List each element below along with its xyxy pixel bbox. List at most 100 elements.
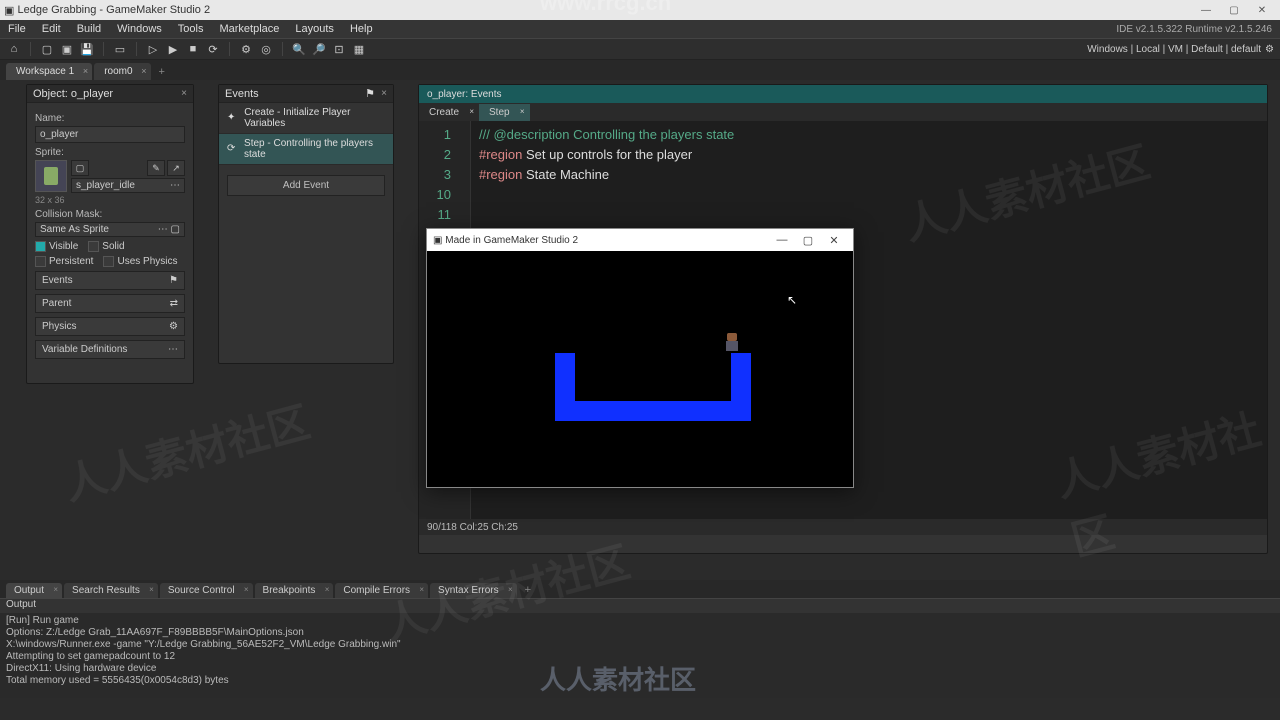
events-button[interactable]: Events⚑ — [35, 271, 185, 290]
menu-help[interactable]: Help — [350, 23, 373, 35]
game-window-title: Made in GameMaker Studio 2 — [445, 235, 578, 246]
status-right[interactable]: Windows | Local | VM | Default | default — [1087, 44, 1261, 55]
btab-syntax[interactable]: Syntax Errors× — [430, 583, 517, 598]
game-window-icon: ▣ — [433, 235, 442, 246]
close-icon[interactable]: × — [520, 107, 525, 116]
add-workspace-button[interactable]: + — [153, 64, 171, 80]
flag-icon: ⚑ — [169, 275, 178, 286]
output-header: Output — [0, 599, 1280, 613]
window-titlebar: ▣ Ledge Grabbing - GameMaker Studio 2 — … — [0, 0, 1280, 20]
menu-edit[interactable]: Edit — [42, 23, 61, 35]
flag-icon: ⚑ — [365, 87, 375, 100]
btab-breakpoints[interactable]: Breakpoints× — [255, 583, 334, 598]
sprite-open-button[interactable]: ↗ — [167, 160, 185, 176]
version-info: IDE v2.1.5.322 Runtime v2.1.5.246 — [1116, 24, 1272, 35]
terrain-block — [731, 353, 751, 421]
gear-icon[interactable]: ⚙ — [238, 41, 254, 57]
target-icon[interactable]: ◎ — [258, 41, 274, 57]
save-icon[interactable]: 💾 — [79, 41, 95, 57]
zoom-out-icon[interactable]: 🔎 — [311, 41, 327, 57]
collision-select[interactable]: Same As Sprite⋯ ▢ — [35, 222, 185, 237]
solid-checkbox[interactable] — [88, 241, 99, 252]
menu-layouts[interactable]: Layouts — [295, 23, 334, 35]
open-icon[interactable]: ▣ — [59, 41, 75, 57]
menu-build[interactable]: Build — [77, 23, 101, 35]
close-icon[interactable]: × — [469, 107, 474, 116]
code-tab-step[interactable]: Step× — [479, 104, 530, 121]
uses-physics-checkbox[interactable] — [103, 256, 114, 267]
workspace-tabs: Workspace 1× room0× + — [0, 60, 1280, 80]
menu-windows[interactable]: Windows — [117, 23, 162, 35]
settings-icon[interactable]: ⚙ — [1265, 44, 1274, 55]
zoom-reset-icon[interactable]: ⊡ — [331, 41, 347, 57]
run-icon[interactable]: ▶ — [165, 41, 181, 57]
game-canvas: ↖ — [427, 251, 853, 487]
code-title: o_player: Events — [427, 89, 502, 100]
output-body[interactable]: [Run] Run gameOptions: Z:/Ledge Grab_11A… — [0, 613, 1280, 689]
physics-button[interactable]: Physics⚙ — [35, 317, 185, 336]
btab-search[interactable]: Search Results× — [64, 583, 158, 598]
close-icon[interactable]: × — [381, 88, 387, 99]
close-icon[interactable]: × — [181, 88, 187, 99]
layout-icon[interactable]: ▦ — [351, 41, 367, 57]
window-title: Ledge Grabbing - GameMaker Studio 2 — [17, 4, 210, 16]
btab-source[interactable]: Source Control× — [160, 583, 253, 598]
sprite-label: Sprite: — [35, 147, 185, 158]
events-panel: Events⚑ × ✦Create - Initialize Player Va… — [218, 84, 394, 364]
visible-checkbox[interactable] — [35, 241, 46, 252]
add-tab-button[interactable]: + — [519, 582, 537, 598]
sprite-new-button[interactable]: ▢ — [71, 160, 89, 176]
btab-output[interactable]: Output× — [6, 583, 62, 598]
name-label: Name: — [35, 113, 185, 124]
cursor-icon: ↖ — [787, 293, 797, 307]
clean-icon[interactable]: ⟳ — [205, 41, 221, 57]
variables-button[interactable]: Variable Definitions⋯ — [35, 340, 185, 359]
player-sprite — [723, 333, 741, 353]
workspace: Object: o_player × Name: o_player Sprite:… — [0, 80, 1280, 578]
collision-label: Collision Mask: — [35, 209, 185, 220]
sprite-dimensions: 32 x 36 — [35, 195, 185, 205]
sprite-edit-button[interactable]: ✎ — [147, 160, 165, 176]
home-icon[interactable]: ⌂ — [6, 41, 22, 57]
menu-tools[interactable]: Tools — [178, 23, 204, 35]
output-panel: Output [Run] Run gameOptions: Z:/Ledge G… — [0, 598, 1280, 698]
ws-tab-workspace1[interactable]: Workspace 1× — [6, 63, 92, 80]
debug-icon[interactable]: ▷ — [145, 41, 161, 57]
close-icon[interactable]: × — [141, 66, 146, 76]
sprite-thumbnail[interactable] — [35, 160, 67, 192]
name-field[interactable]: o_player — [35, 126, 185, 143]
add-event-button[interactable]: Add Event — [227, 175, 385, 196]
create-event-icon: ✦ — [227, 112, 238, 124]
btab-compile[interactable]: Compile Errors× — [335, 583, 428, 598]
parent-button[interactable]: Parent⇄ — [35, 294, 185, 313]
game-minimize-button[interactable]: — — [769, 234, 795, 246]
stop-icon[interactable]: ■ — [185, 41, 201, 57]
menu-file[interactable]: File — [8, 23, 26, 35]
close-icon[interactable]: × — [83, 66, 88, 76]
maximize-button[interactable]: ▢ — [1220, 1, 1248, 19]
minimize-button[interactable]: — — [1192, 1, 1220, 19]
link-icon: ⇄ — [170, 298, 178, 309]
event-step[interactable]: ⟳Step - Controlling the players state — [219, 134, 393, 165]
toolbar: ⌂ ▢ ▣ 💾 ▭ ▷ ▶ ■ ⟳ ⚙ ◎ 🔍 🔎 ⊡ ▦ Windows | … — [0, 38, 1280, 60]
menu-marketplace[interactable]: Marketplace — [219, 23, 279, 35]
close-button[interactable]: ✕ — [1248, 1, 1276, 19]
persistent-checkbox[interactable] — [35, 256, 46, 267]
zoom-in-icon[interactable]: 🔍 — [291, 41, 307, 57]
code-tabs: Create× Step× — [419, 103, 1267, 121]
ws-tab-room0[interactable]: room0× — [94, 63, 150, 80]
panel-title: Object: o_player — [33, 88, 113, 100]
game-close-button[interactable]: ✕ — [821, 234, 847, 247]
object-panel: Object: o_player × Name: o_player Sprite:… — [26, 84, 194, 384]
code-status: 90/118 Col:25 Ch:25 — [419, 519, 1267, 535]
new-icon[interactable]: ▢ — [39, 41, 55, 57]
sprite-select[interactable]: s_player_idle⋯ — [71, 178, 185, 193]
code-tab-create[interactable]: Create× — [419, 104, 479, 121]
menubar: File Edit Build Windows Tools Marketplac… — [0, 20, 1280, 38]
game-preview-window: ▣ Made in GameMaker Studio 2 — ▢ ✕ ↖ — [426, 228, 854, 488]
project-icon[interactable]: ▭ — [112, 41, 128, 57]
gear-icon: ⚙ — [169, 321, 178, 332]
app-icon: ▣ — [4, 4, 14, 17]
event-create[interactable]: ✦Create - Initialize Player Variables — [219, 103, 393, 134]
game-maximize-button[interactable]: ▢ — [795, 234, 821, 247]
